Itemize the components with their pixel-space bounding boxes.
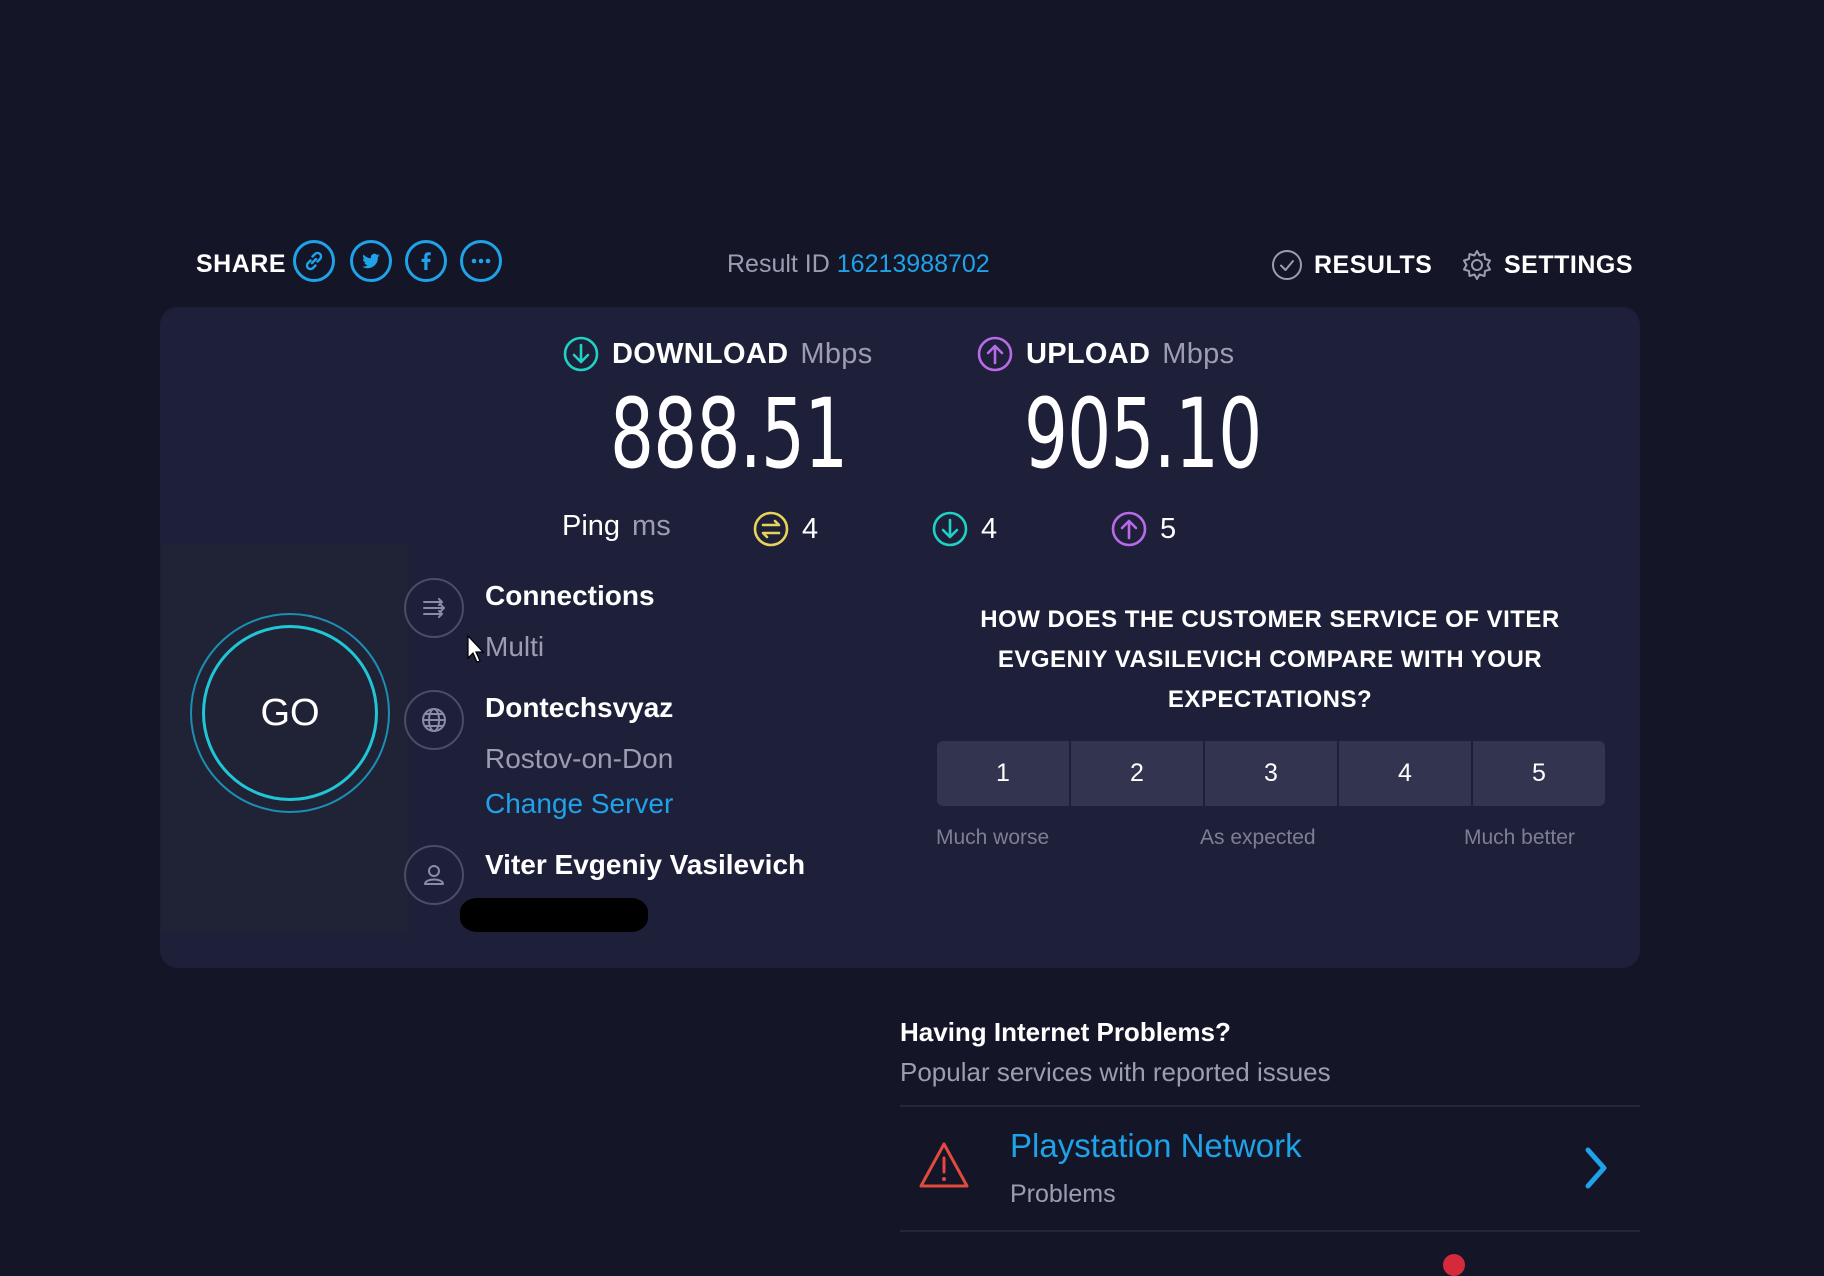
divider: [900, 1230, 1640, 1232]
settings-label: SETTINGS: [1504, 250, 1634, 279]
server-name: Dontechsvyaz: [485, 692, 674, 723]
server-location: Rostov-on-Don: [485, 743, 674, 774]
ping-upload-icon: [1111, 511, 1147, 547]
upload-value: 905.10: [1024, 378, 1262, 490]
share-label: SHARE: [196, 250, 287, 278]
upload-arrow-icon: [977, 336, 1013, 372]
link-icon[interactable]: [293, 240, 335, 282]
ping-idle-value: 4: [802, 512, 819, 545]
user-icon: [404, 845, 464, 905]
rating-options: 1 2 3 4 5: [937, 741, 1605, 806]
upload-unit: Mbps: [1162, 337, 1235, 370]
result-id-label: Result ID 16213988702: [727, 250, 990, 279]
problems-title: Having Internet Problems?: [900, 1017, 1231, 1047]
change-server-link[interactable]: Change Server: [485, 788, 673, 820]
download-label: DOWNLOAD: [612, 337, 789, 370]
settings-button[interactable]: SETTINGS: [1460, 248, 1633, 282]
result-label-text: Result ID: [727, 250, 830, 278]
rating-option-2[interactable]: 2: [1071, 741, 1203, 806]
more-icon[interactable]: [460, 240, 502, 282]
rating-high-label: Much better: [1464, 826, 1575, 849]
rating-low-label: Much worse: [936, 826, 1050, 849]
ping-download-value: 4: [981, 512, 998, 545]
go-button[interactable]: GO: [202, 625, 378, 801]
download-header: DOWNLOAD Mbps: [562, 335, 873, 373]
survey-question: HOW DOES THE CUSTOMER SERVICE OF VITER E…: [980, 606, 1560, 713]
rating-option-5[interactable]: 5: [1473, 741, 1605, 806]
ping-download-icon: [932, 511, 968, 547]
ping-download: 4: [931, 510, 997, 548]
rating-option-3[interactable]: 3: [1205, 741, 1337, 806]
download-value: 888.51: [610, 378, 848, 490]
divider: [900, 1105, 1640, 1107]
chevron-right-icon[interactable]: [1580, 1145, 1612, 1191]
ping-upload-value: 5: [1160, 512, 1177, 545]
check-circle-icon: [1272, 250, 1302, 280]
globe-icon: [404, 690, 464, 750]
download-unit: Mbps: [800, 337, 873, 370]
results-label: RESULTS: [1314, 250, 1433, 279]
warning-icon: [919, 1142, 969, 1188]
download-arrow-icon: [563, 336, 599, 372]
problem-service-status: Problems: [1010, 1180, 1116, 1208]
facebook-icon[interactable]: [405, 240, 447, 282]
rating-option-1[interactable]: 1: [937, 741, 1069, 806]
ping-upload: 5: [1110, 510, 1176, 548]
connections-icon[interactable]: [404, 578, 464, 638]
alert-dot: [1443, 1254, 1465, 1276]
connections-title: Connections: [485, 580, 655, 611]
problem-service-link[interactable]: Playstation Network: [1010, 1127, 1302, 1165]
mouse-cursor-icon: [467, 634, 485, 663]
rating-mid-label: As expected: [1200, 826, 1316, 849]
result-id-link[interactable]: 16213988702: [837, 250, 990, 278]
ping-text: Ping: [562, 510, 621, 542]
ping-unit: ms: [632, 510, 671, 542]
connections-value[interactable]: Multi: [485, 631, 544, 663]
ping-label: Ping ms: [562, 510, 671, 543]
ping-idle-icon: [753, 511, 789, 547]
gear-icon: [1463, 250, 1491, 280]
twitter-icon[interactable]: [350, 240, 392, 282]
ping-idle: 4: [752, 510, 818, 548]
upload-label: UPLOAD: [1026, 337, 1151, 370]
rating-option-4[interactable]: 4: [1339, 741, 1471, 806]
results-button[interactable]: RESULTS: [1270, 248, 1432, 282]
problems-subtitle: Popular services with reported issues: [900, 1057, 1331, 1087]
provider-name: Viter Evgeniy Vasilevich: [485, 849, 806, 880]
redaction-mark: [460, 898, 648, 932]
upload-header: UPLOAD Mbps: [976, 335, 1234, 373]
